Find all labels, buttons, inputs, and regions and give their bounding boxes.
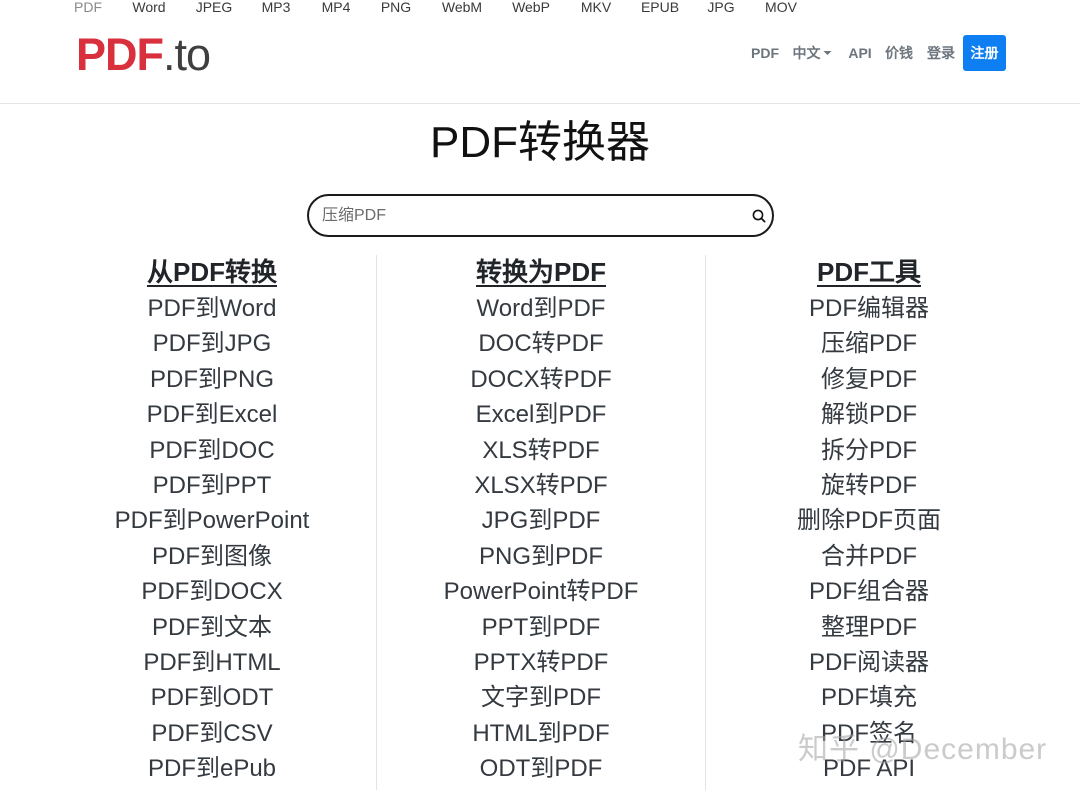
tool-link[interactable]: 文字到PDF: [377, 680, 705, 715]
tool-link[interactable]: PDF到文本: [47, 610, 377, 645]
tool-link[interactable]: Word到PDF: [377, 291, 705, 326]
tool-link[interactable]: PDF组合器: [706, 574, 1032, 609]
tool-link[interactable]: 拆分PDF: [706, 433, 1032, 468]
tool-link[interactable]: ODT到PDF: [377, 751, 705, 786]
tool-link[interactable]: PDF到DOC: [47, 433, 377, 468]
tool-link[interactable]: DOC转PDF: [377, 326, 705, 361]
format-bar: PDF Word JPEG MP3 MP4 PNG WebM WebP MKV …: [0, 0, 1080, 16]
format-link-mov[interactable]: MOV: [765, 0, 797, 15]
tool-link[interactable]: PDF到ODT: [47, 680, 377, 715]
tool-link[interactable]: PDF填充: [706, 680, 1032, 715]
format-link-webm[interactable]: WebM: [442, 0, 482, 15]
tool-link[interactable]: PNG到PDF: [377, 539, 705, 574]
tool-link[interactable]: PDF到HTML: [47, 645, 377, 680]
column-heading-pdf-tools[interactable]: PDF工具: [706, 254, 1032, 290]
page-title: PDF转换器: [430, 118, 650, 167]
tool-link[interactable]: XLSX转PDF: [377, 468, 705, 503]
format-link-pdf[interactable]: PDF: [74, 0, 102, 15]
site-header: PDF.to PDF 中文 API 价钱 登录 注册: [0, 16, 1080, 104]
tool-link[interactable]: PDF到CSV: [47, 716, 377, 751]
nav-login-link[interactable]: 登录: [927, 35, 955, 71]
tool-link[interactable]: JPG到PDF: [377, 503, 705, 538]
format-link-webp[interactable]: WebP: [512, 0, 550, 15]
tool-link[interactable]: PDF编辑器: [706, 291, 1032, 326]
tool-link[interactable]: 整理PDF: [706, 610, 1032, 645]
tool-link[interactable]: PDF到图像: [47, 539, 377, 574]
format-link-mp4[interactable]: MP4: [322, 0, 351, 15]
tool-link[interactable]: Excel到PDF: [377, 397, 705, 432]
tool-link[interactable]: PDF到DOCX: [47, 574, 377, 609]
column-to-pdf: 转换为PDF Word到PDF DOC转PDF DOCX转PDF Excel到P…: [377, 254, 705, 786]
nav-pdf-link[interactable]: PDF: [751, 35, 779, 71]
logo-suffix: .to: [163, 29, 211, 80]
search-box: [307, 194, 774, 237]
tool-link[interactable]: PDF到ePub: [47, 751, 377, 786]
nav-language-label: 中文: [792, 45, 821, 61]
format-link-epub[interactable]: EPUB: [641, 0, 679, 15]
tool-link[interactable]: PPT到PDF: [377, 610, 705, 645]
tool-link[interactable]: PDF到PPT: [47, 468, 377, 503]
format-link-mp3[interactable]: MP3: [262, 0, 291, 15]
tool-link[interactable]: 旋转PDF: [706, 468, 1032, 503]
column-from-pdf: 从PDF转换 PDF到Word PDF到JPG PDF到PNG PDF到Exce…: [47, 254, 377, 786]
tool-link[interactable]: PPTX转PDF: [377, 645, 705, 680]
format-link-mkv[interactable]: MKV: [581, 0, 611, 15]
tool-link[interactable]: 修复PDF: [706, 362, 1032, 397]
search-input[interactable]: [322, 204, 742, 228]
tool-link[interactable]: PDF到Excel: [47, 397, 377, 432]
tool-link[interactable]: 解锁PDF: [706, 397, 1032, 432]
tool-link[interactable]: PDF到JPG: [47, 326, 377, 361]
format-link-png[interactable]: PNG: [381, 0, 411, 15]
logo-brand: PDF: [76, 29, 164, 80]
tool-link[interactable]: DOCX转PDF: [377, 362, 705, 397]
tool-link[interactable]: 压缩PDF: [706, 326, 1032, 361]
nav-pricing-link[interactable]: 价钱: [885, 35, 913, 71]
nav-api-link[interactable]: API: [848, 35, 871, 71]
column-heading-to-pdf[interactable]: 转换为PDF: [377, 254, 705, 290]
search-icon[interactable]: [751, 208, 767, 224]
tool-link[interactable]: PowerPoint转PDF: [377, 574, 705, 609]
nav-language-dropdown[interactable]: 中文: [793, 35, 832, 71]
column-pdf-tools: PDF工具 PDF编辑器 压缩PDF 修复PDF 解锁PDF 拆分PDF 旋转P…: [706, 254, 1032, 786]
tool-link[interactable]: 合并PDF: [706, 539, 1032, 574]
tool-link[interactable]: PDF阅读器: [706, 645, 1032, 680]
tool-link[interactable]: PDF到PNG: [47, 362, 377, 397]
signup-button[interactable]: 注册: [963, 35, 1006, 71]
tool-link[interactable]: XLS转PDF: [377, 433, 705, 468]
tool-link[interactable]: HTML到PDF: [377, 716, 705, 751]
format-link-jpeg[interactable]: JPEG: [196, 0, 233, 15]
watermark: 知乎 @December: [798, 733, 1048, 766]
tool-link[interactable]: 删除PDF页面: [706, 503, 1032, 538]
chevron-down-icon: [823, 51, 832, 56]
tool-link[interactable]: PDF到Word: [47, 291, 377, 326]
format-link-jpg[interactable]: JPG: [707, 0, 734, 15]
tool-link[interactable]: PDF到PowerPoint: [47, 503, 377, 538]
site-logo[interactable]: PDF.to: [76, 29, 211, 80]
column-heading-from-pdf[interactable]: 从PDF转换: [47, 254, 377, 290]
format-link-word[interactable]: Word: [132, 0, 165, 15]
